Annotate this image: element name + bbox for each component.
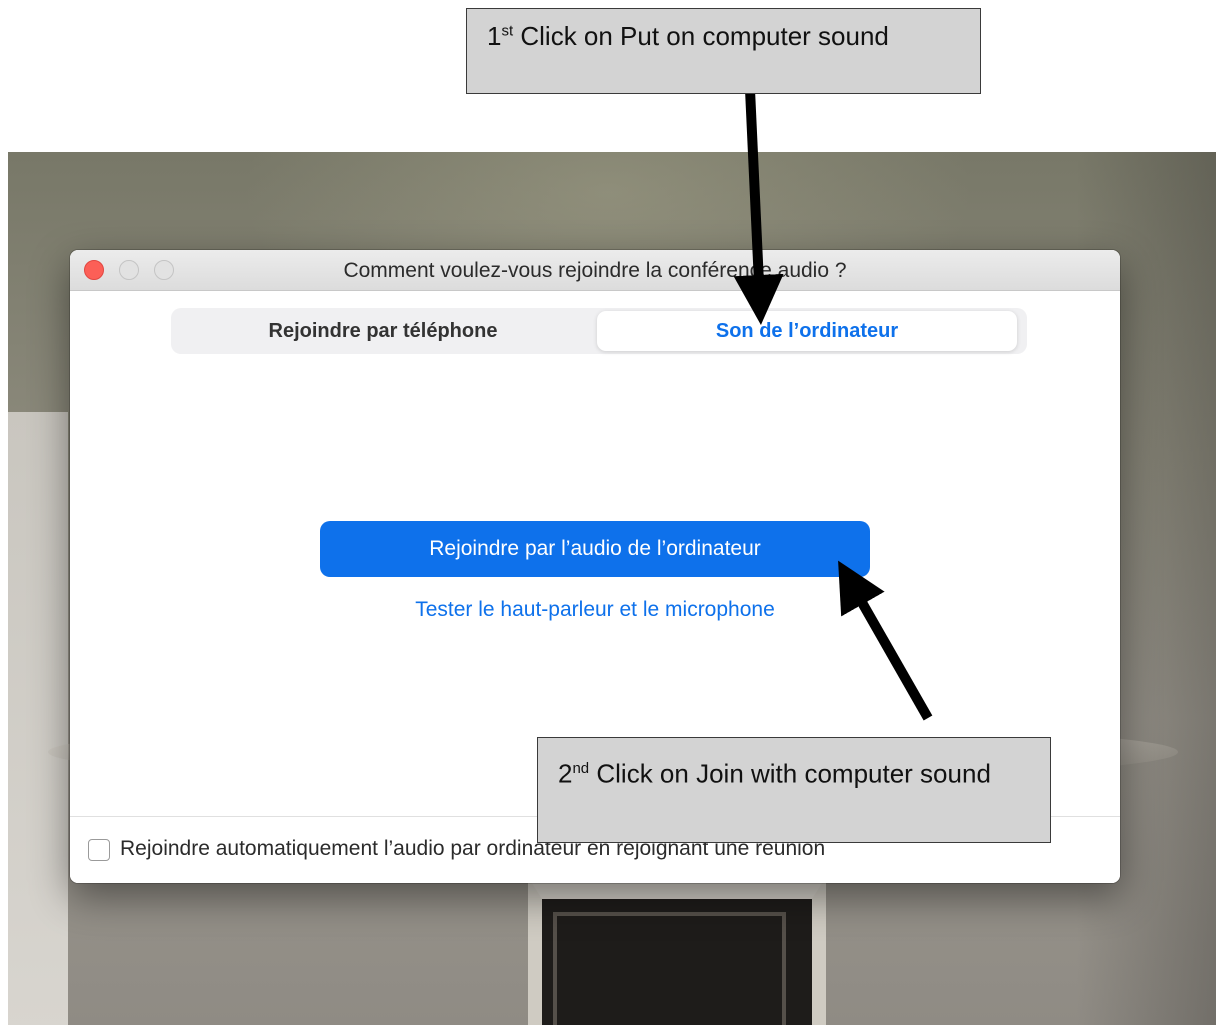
audio-mode-tabs: Rejoindre par téléphone Son de l’ordinat…	[171, 308, 1027, 354]
title-bar: Comment voulez-vous rejoindre la confére…	[70, 250, 1120, 291]
step-2-callout: 2nd Click on Join with computer sound	[537, 737, 1051, 843]
tab-phone[interactable]: Rejoindre par téléphone	[171, 308, 595, 354]
join-computer-audio-button[interactable]: Rejoindre par l’audio de l’ordinateur	[320, 521, 870, 577]
step-2-ordinal-suffix: nd	[572, 760, 590, 777]
step-2-ordinal: 2	[558, 758, 573, 789]
tab-computer-audio[interactable]: Son de l’ordinateur	[597, 311, 1017, 351]
step-1-ordinal-suffix: st	[501, 22, 514, 40]
dialog-title: Comment voulez-vous rejoindre la confére…	[343, 259, 847, 282]
auto-join-checkbox[interactable]	[88, 839, 110, 861]
background-door-frame	[553, 912, 786, 1025]
test-speaker-mic-link[interactable]: Tester le haut-parleur et le microphone	[320, 598, 870, 622]
step-1-callout: 1st Click on Put on computer sound	[466, 8, 981, 94]
step-1-text: Click on Put on computer sound	[513, 21, 889, 51]
step-1-ordinal: 1	[487, 21, 502, 51]
step-2-text: Click on Join with computer sound	[589, 758, 991, 789]
background-wall	[8, 412, 68, 1025]
